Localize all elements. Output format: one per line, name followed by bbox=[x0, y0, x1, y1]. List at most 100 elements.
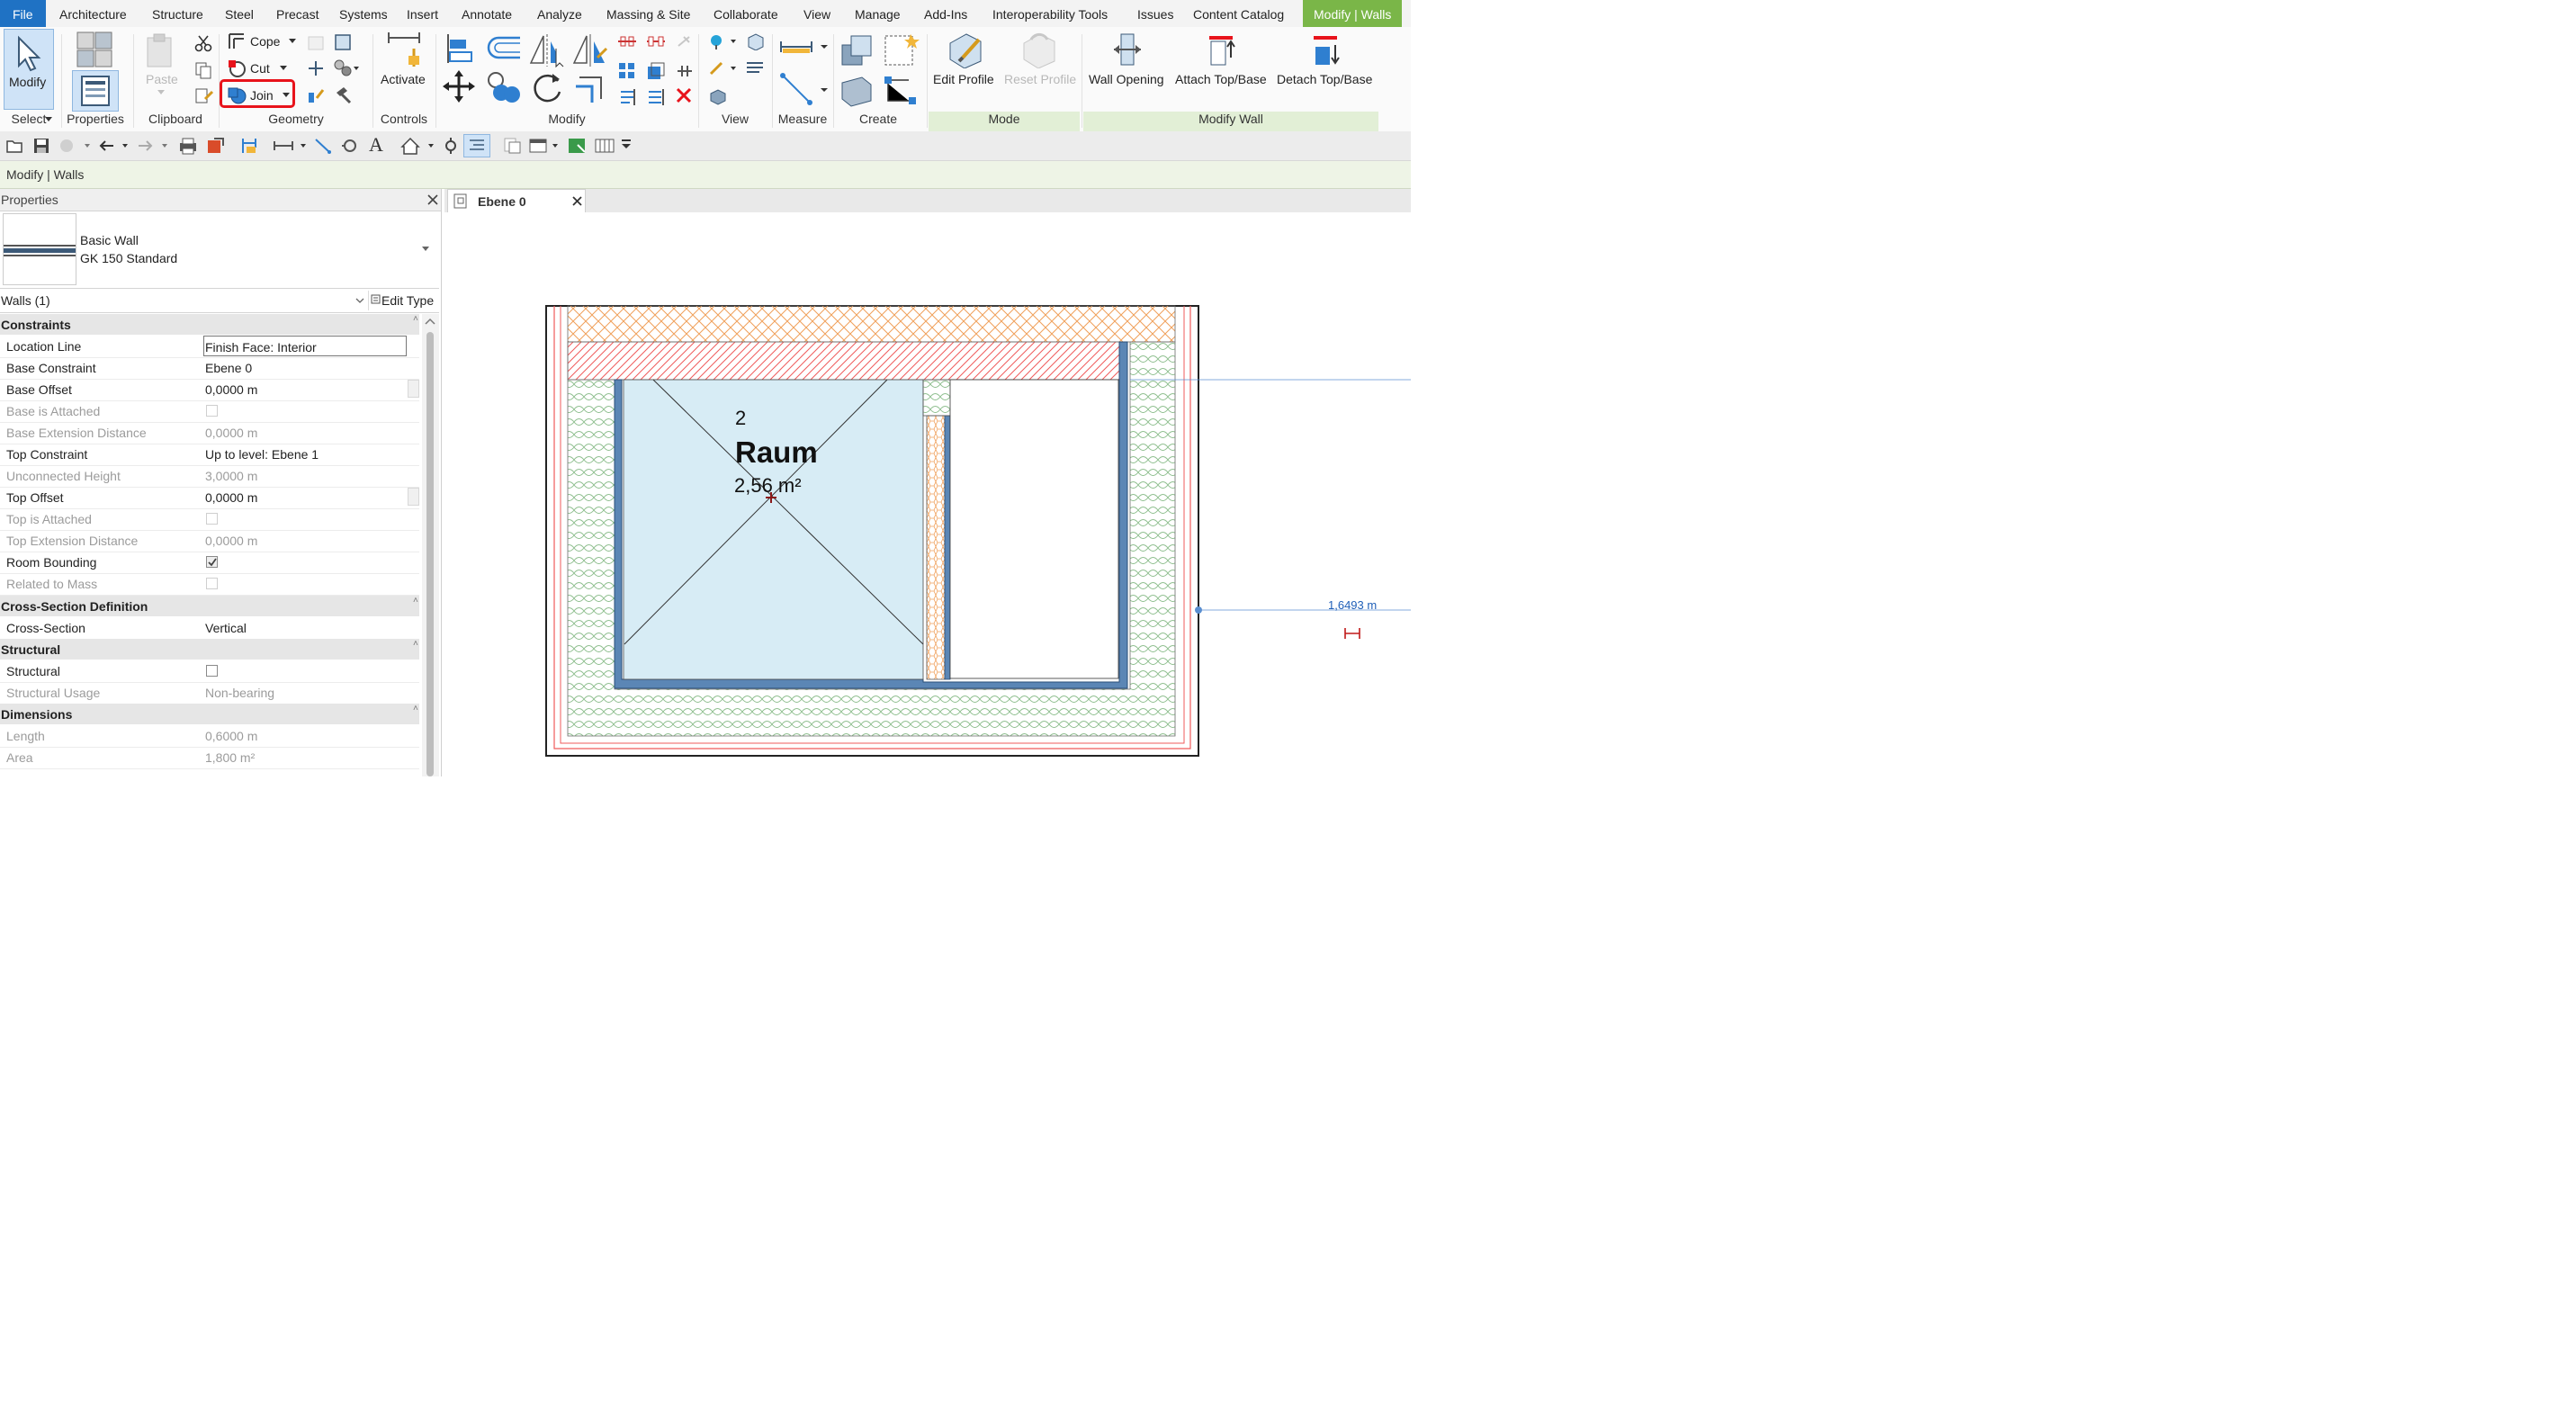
prop-value[interactable]: 0,0000 m bbox=[205, 490, 257, 505]
cut-geometry-icon[interactable] bbox=[227, 58, 247, 78]
category-structural[interactable]: Structural bbox=[0, 639, 419, 660]
structural-checkbox[interactable] bbox=[206, 665, 218, 677]
split-element-icon[interactable] bbox=[617, 34, 637, 49]
match-type-icon[interactable] bbox=[194, 86, 214, 106]
activate-controls-icon[interactable] bbox=[385, 31, 423, 70]
tab-issues[interactable]: Issues bbox=[1126, 0, 1184, 27]
room-bounding-checkbox[interactable] bbox=[206, 556, 218, 568]
prop-value[interactable]: 0,0000 m bbox=[205, 382, 257, 397]
measure-between-icon[interactable] bbox=[779, 36, 830, 58]
scroll-up-icon[interactable] bbox=[425, 318, 435, 325]
row-structural[interactable]: Structural bbox=[0, 660, 419, 683]
default-3d-view-icon[interactable] bbox=[399, 136, 439, 156]
wall-opening-button[interactable]: Wall Opening bbox=[1089, 72, 1164, 86]
array-icon[interactable] bbox=[617, 61, 637, 81]
location-line-field[interactable]: Finish Face: Interior bbox=[203, 336, 407, 356]
detach-top-base-button[interactable]: Detach Top/Base bbox=[1277, 72, 1372, 86]
cut-geometry-button[interactable]: Cut bbox=[250, 58, 270, 78]
close-icon[interactable] bbox=[426, 193, 439, 206]
tab-view[interactable]: View bbox=[793, 0, 841, 27]
override-graphics-icon[interactable] bbox=[707, 32, 738, 50]
hide-in-view-icon[interactable] bbox=[745, 59, 765, 77]
type-selector[interactable]: Basic Wall GK 150 Standard bbox=[0, 211, 439, 289]
row-base-offset[interactable]: Base Offset 0,0000 m bbox=[0, 379, 419, 401]
text-icon[interactable]: A bbox=[369, 133, 383, 157]
tab-analyze[interactable]: Analyze bbox=[526, 0, 593, 27]
tab-massing-site[interactable]: Massing & Site bbox=[596, 0, 701, 27]
instance-filter[interactable]: Walls (1) bbox=[1, 293, 50, 308]
tag-icon[interactable] bbox=[340, 136, 360, 156]
paste-icon[interactable] bbox=[144, 32, 176, 68]
demolish-icon[interactable] bbox=[306, 85, 326, 105]
trim-extend-single-icon[interactable] bbox=[617, 86, 637, 106]
scrollbar-thumb[interactable] bbox=[426, 332, 434, 776]
tab-content-catalog[interactable]: Content Catalog bbox=[1182, 0, 1295, 27]
row-location-line[interactable]: Location Line Finish Face: Interior bbox=[0, 336, 419, 358]
tab-structure[interactable]: Structure bbox=[141, 0, 214, 27]
tab-modify-walls[interactable]: Modify | Walls bbox=[1303, 0, 1403, 27]
tab-precast[interactable]: Precast bbox=[265, 0, 329, 27]
tab-add-ins[interactable]: Add-Ins bbox=[913, 0, 978, 27]
view-cube-icon[interactable] bbox=[745, 32, 765, 50]
properties-label[interactable]: Properties bbox=[63, 112, 128, 126]
type-properties-icon[interactable] bbox=[76, 31, 115, 68]
select-links-icon[interactable] bbox=[567, 136, 588, 156]
floor-plan[interactable]: 2 Raum 2,56 m² 1,6493 m bbox=[444, 212, 1411, 776]
split-with-gap-icon[interactable] bbox=[646, 34, 666, 49]
pin-icon[interactable] bbox=[675, 61, 695, 81]
join-button[interactable]: Join bbox=[250, 85, 274, 105]
room-area[interactable]: 2,56 m² bbox=[734, 474, 802, 497]
properties-button[interactable] bbox=[72, 70, 119, 112]
undo-icon[interactable] bbox=[97, 137, 133, 155]
trim-extend-multiple-icon[interactable] bbox=[646, 86, 666, 106]
cut-scissors-icon[interactable] bbox=[194, 34, 212, 52]
create-parts-icon[interactable] bbox=[882, 31, 920, 68]
activate-button[interactable]: Activate bbox=[381, 72, 426, 86]
collapse-cross-section-icon[interactable]: ˄ bbox=[413, 596, 418, 606]
linework-icon[interactable] bbox=[707, 59, 738, 77]
properties-scrollbar[interactable] bbox=[422, 314, 439, 776]
filter-dropdown-icon[interactable] bbox=[355, 298, 364, 305]
row-top-offset[interactable]: Top Offset 0,0000 m bbox=[0, 487, 419, 509]
category-constraints[interactable]: Constraints bbox=[0, 314, 419, 335]
dimension-grip-icon[interactable] bbox=[1195, 606, 1202, 614]
detach-top-base-icon[interactable] bbox=[1310, 32, 1342, 67]
close-inactive-views-icon[interactable] bbox=[502, 136, 522, 156]
tab-architecture[interactable]: Architecture bbox=[49, 0, 138, 27]
prop-value[interactable]: Vertical bbox=[205, 621, 247, 635]
tab-steel[interactable]: Steel bbox=[214, 0, 265, 27]
tab-interoperability-tools[interactable]: Interoperability Tools bbox=[982, 0, 1118, 27]
prop-value[interactable]: Up to level: Ebene 1 bbox=[205, 447, 319, 462]
room-fill[interactable] bbox=[623, 379, 924, 680]
select-dropdown-arrow-icon[interactable] bbox=[44, 116, 53, 123]
top-layer-hatch[interactable] bbox=[567, 305, 1176, 343]
tab-systems[interactable]: Systems bbox=[328, 0, 399, 27]
close-view-icon[interactable] bbox=[571, 195, 583, 207]
copy-element-icon[interactable] bbox=[486, 70, 522, 106]
mirror-draw-axis-icon[interactable] bbox=[572, 32, 608, 68]
tab-manage[interactable]: Manage bbox=[844, 0, 911, 27]
section-icon[interactable] bbox=[441, 136, 461, 156]
category-dimensions[interactable]: Dimensions bbox=[0, 704, 419, 724]
measure-qat-icon[interactable] bbox=[239, 136, 259, 156]
aligned-dimension-icon[interactable] bbox=[779, 72, 830, 108]
spot-dimension-icon[interactable] bbox=[313, 136, 333, 156]
trim-extend-corner-icon[interactable] bbox=[572, 70, 608, 106]
tab-annotate[interactable]: Annotate bbox=[451, 0, 523, 27]
adjacent-room[interactable] bbox=[949, 379, 1119, 679]
open-icon[interactable] bbox=[5, 138, 23, 154]
wall-opening-icon[interactable] bbox=[1112, 32, 1144, 67]
edit-profile-icon[interactable] bbox=[947, 31, 984, 68]
tab-views-icon[interactable] bbox=[594, 136, 615, 156]
prop-value[interactable]: Ebene 0 bbox=[205, 361, 252, 375]
create-similar-icon[interactable] bbox=[882, 74, 920, 108]
tab-insert[interactable]: Insert bbox=[396, 0, 449, 27]
tab-file[interactable]: File bbox=[0, 0, 46, 27]
cope-icon[interactable] bbox=[227, 31, 247, 51]
paint-icon[interactable] bbox=[333, 58, 360, 78]
aligned-dimension-qat-icon[interactable] bbox=[272, 137, 311, 155]
row-top-constraint[interactable]: Top Constraint Up to level: Ebene 1 bbox=[0, 444, 419, 466]
save-icon[interactable] bbox=[32, 137, 50, 155]
row-room-bounding[interactable]: Room Bounding bbox=[0, 552, 419, 574]
temporary-dimension-value[interactable]: 1,6493 m bbox=[1328, 598, 1377, 612]
